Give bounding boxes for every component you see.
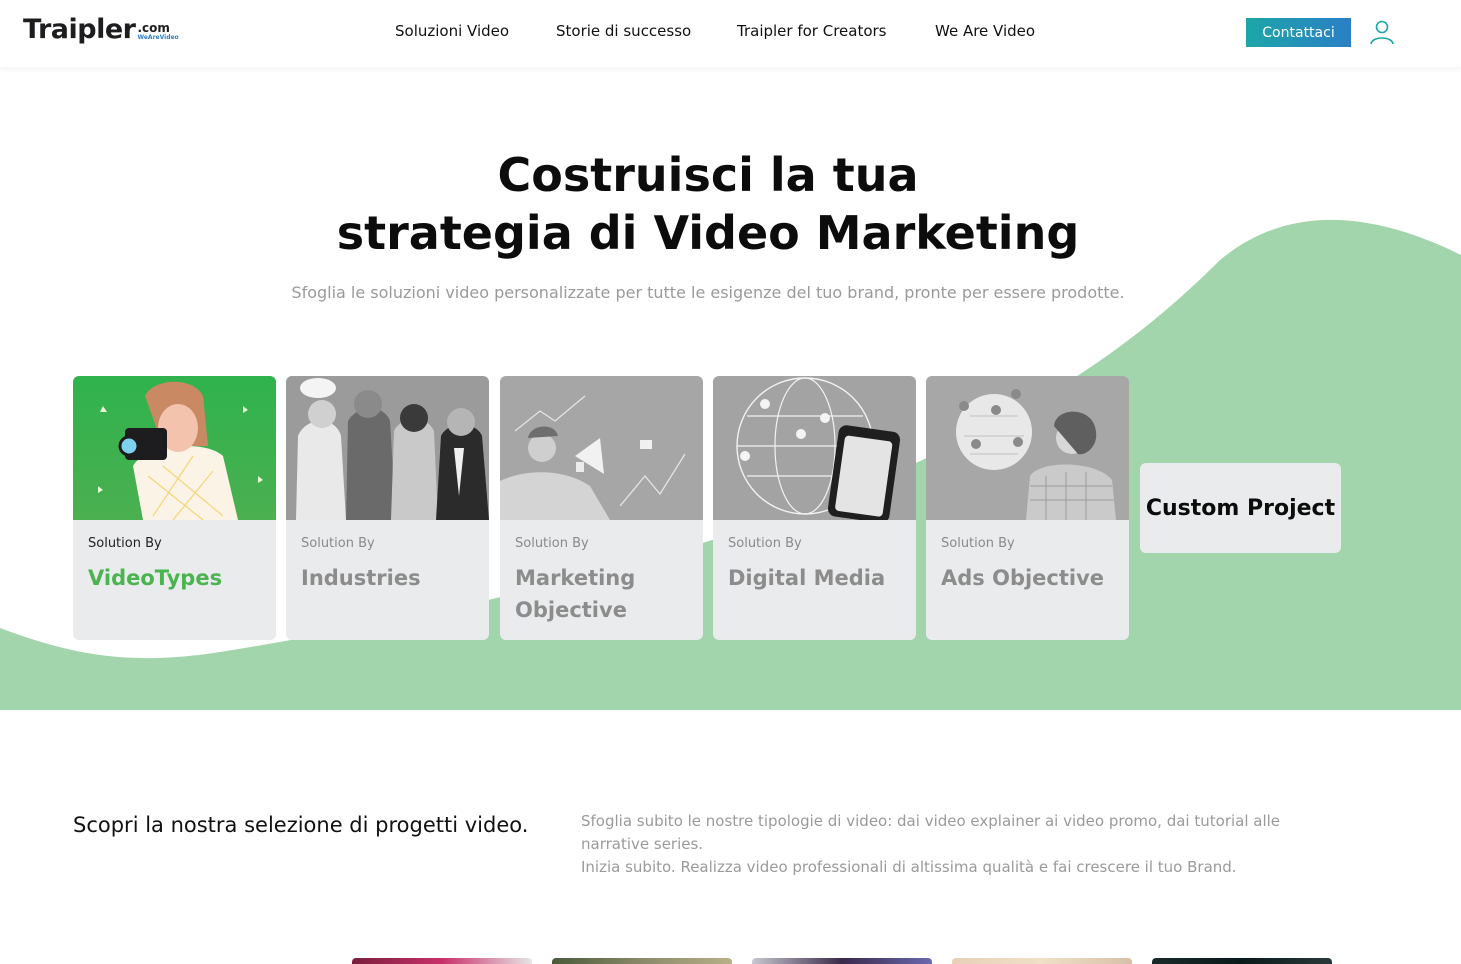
card-title: VideoTypes [88,566,223,590]
megaphone-illustration [500,376,703,520]
card-label: Solution By [728,536,802,551]
custom-project-label: Custom Project [1145,495,1336,521]
card-digital-media[interactable]: Solution By Digital Media [713,376,916,640]
logo-com: .com [137,21,170,35]
industries-illustration [286,376,489,520]
globe-phone-illustration [713,376,916,520]
video-thumbnail[interactable] [1152,958,1332,964]
logo-tagline: WeAreVideo [137,34,179,41]
person-globe-illustration [926,376,1129,520]
hero-subtitle: Sfoglia le soluzioni video personalizzat… [291,283,1125,302]
video-thumbnail[interactable] [752,958,932,964]
nav-traipler-for-creators[interactable]: Traipler for Creators [737,22,887,40]
card-industries[interactable]: Solution By Industries [286,376,489,640]
selection-description-line2: Inizia subito. Realizza video profession… [581,858,1237,876]
hero-title-line1: Costruisci la tua [497,148,919,202]
contact-button[interactable]: Contattaci [1246,18,1351,47]
nav-storie-di-successo[interactable]: Storie di successo [556,22,691,40]
card-label: Solution By [941,536,1015,551]
card-label: Solution By [88,536,162,551]
selection-description: Sfoglia subito le nostre tipologie di vi… [581,810,1341,879]
card-videotypes[interactable]: Solution By VideoTypes [73,376,276,640]
card-title: Ads Objective [941,566,1105,590]
card-title: Marketing Objective [515,566,636,622]
custom-project-card[interactable]: Custom Project [1140,463,1341,553]
card-marketing-objective[interactable]: Solution By Marketing Objective [500,376,703,640]
card-title: Digital Media [728,566,886,590]
traipler-logo[interactable]: Traipler .com WeAreVideo [23,12,179,52]
card-label: Solution By [301,536,375,551]
hero-title-line2: strategia di Video Marketing [336,206,1080,260]
video-thumbnail[interactable] [552,958,732,964]
nav-soluzioni-video[interactable]: Soluzioni Video [395,22,509,40]
site-header: Traipler .com WeAreVideo Soluzioni Video… [0,0,1461,67]
card-title: Industries [301,566,421,590]
card-label: Solution By [515,536,589,551]
nav-we-are-video[interactable]: We Are Video [935,22,1035,40]
selection-title: Scopri la nostra selezione di progetti v… [73,813,529,837]
video-thumbnail[interactable] [352,958,532,964]
logo-wordmark: Traipler [23,14,136,45]
hero-title: Costruisci la tua strategia di Video Mar… [0,146,1416,262]
logo-suffix: .com WeAreVideo [137,22,178,42]
videographer-illustration [73,376,276,520]
video-thumbnail[interactable] [952,958,1132,964]
card-ads-objective[interactable]: Solution By Ads Objective [926,376,1129,640]
user-icon[interactable] [1369,19,1395,45]
selection-description-line1: Sfoglia subito le nostre tipologie di vi… [581,812,1281,853]
